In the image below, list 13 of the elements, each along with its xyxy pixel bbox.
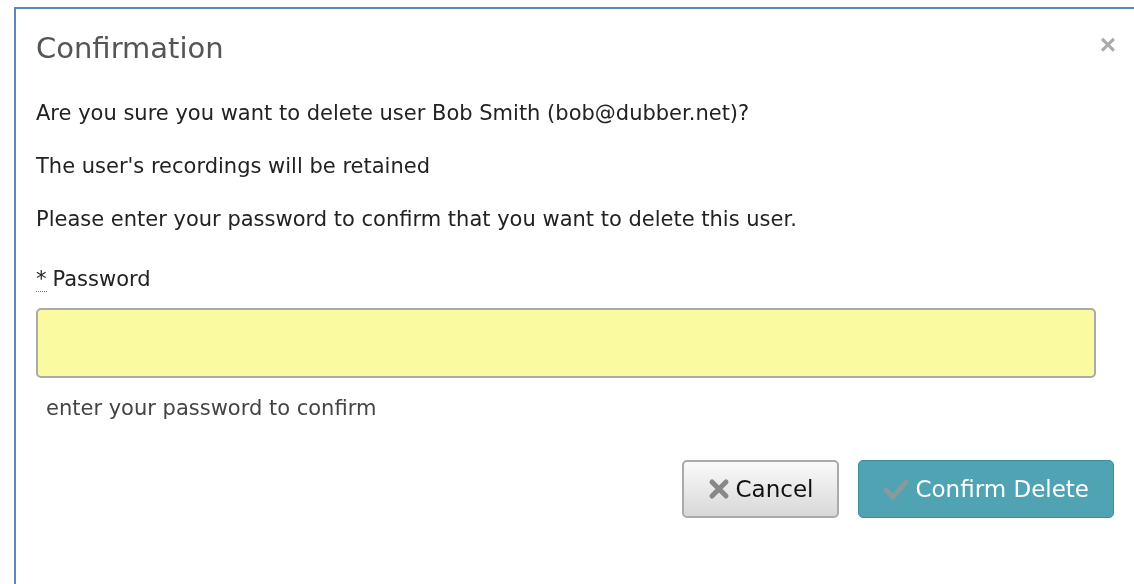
- message-text: Please enter your password to confirm that you want to delete this user.: [36, 207, 798, 231]
- dialog-title: Confirmation: [36, 31, 224, 65]
- confirm-delete-button[interactable]: Confirm Delete: [858, 460, 1114, 518]
- password-field[interactable]: [36, 308, 1096, 378]
- cancel-button[interactable]: Cancel: [681, 460, 840, 518]
- close-button[interactable]: ×: [1099, 31, 1116, 59]
- required-mark: *: [36, 267, 47, 292]
- field-label: Password: [52, 267, 151, 292]
- message-text: Are you sure you want to delete user Bob Smith (bob@dubber.net)?: [36, 101, 751, 125]
- message-text: The user's recordings will be retained: [36, 154, 431, 178]
- help-text: enter your password to confirm: [46, 396, 378, 420]
- close-icon: [707, 478, 730, 500]
- check-icon: [883, 478, 910, 500]
